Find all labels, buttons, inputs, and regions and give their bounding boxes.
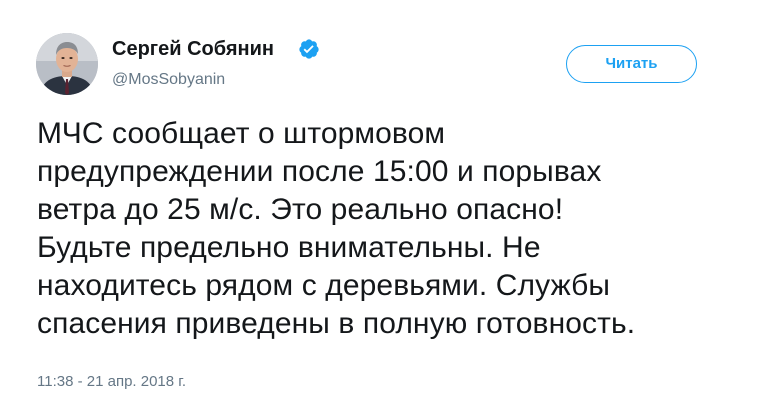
tweet-text-line: Будьте предельно внимательны. Не [37,231,541,264]
tweet-timestamp[interactable]: 11:38 - 21 апр. 2018 г. [37,373,186,391]
tweet-text-line: находитесь рядом с деревьями. Службы [37,269,611,302]
tweet-text-line: ветра до 25 м/с. Это реально опасно! [37,193,564,226]
avatar[interactable] [36,33,98,95]
avatar-portrait-icon [36,33,98,95]
follow-button[interactable]: Читать [566,45,697,83]
verified-badge-icon [298,38,320,60]
tweet-text-line: предупреждении после 15:00 и порывах [37,155,602,188]
tweet-text-line: МЧС сообщает о штормовом [37,117,446,150]
user-handle[interactable]: @MosSobyanin [112,70,225,90]
tweet-card: Сергей Собянин @MosSobyanin Читать МЧС с… [0,0,781,403]
tweet-text-line: спасения приведены в полную готовность. [37,307,636,340]
tweet-text: МЧС сообщает о штормовом предупреждении … [37,115,757,343]
display-name[interactable]: Сергей Собянин [112,37,274,61]
